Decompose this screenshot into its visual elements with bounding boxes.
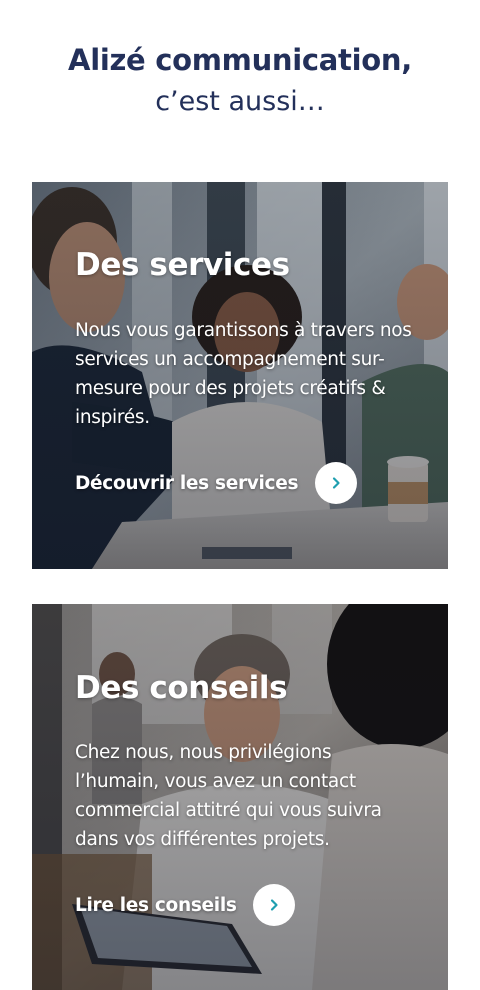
chevron-right-icon bbox=[270, 899, 278, 911]
heading-title: Alizé communication, bbox=[68, 43, 412, 77]
advice-card: Des conseils Chez nous, nous privilégion… bbox=[32, 604, 448, 990]
chevron-right-icon bbox=[333, 477, 340, 489]
heading-subtitle: c’est aussi… bbox=[155, 86, 325, 117]
discover-services-link[interactable]: Découvrir les services bbox=[75, 462, 358, 504]
services-card: Des services Nous vous garantissons à tr… bbox=[32, 182, 448, 569]
read-advice-arrow-button[interactable] bbox=[252, 884, 295, 926]
advice-title: Des conseils bbox=[75, 670, 288, 706]
section-heading: Alizé communication, c’est aussi… bbox=[0, 38, 480, 121]
services-title: Des services bbox=[75, 247, 290, 283]
discover-services-arrow-button[interactable] bbox=[315, 462, 358, 504]
read-advice-link[interactable]: Lire les conseils bbox=[75, 884, 295, 926]
read-advice-label: Lire les conseils bbox=[75, 894, 237, 916]
discover-services-label: Découvrir les services bbox=[75, 472, 299, 494]
advice-description: Chez nous, nous privilégions l’humain, v… bbox=[75, 742, 382, 850]
services-description: Nous vous garantissons à travers nos ser… bbox=[75, 320, 412, 428]
